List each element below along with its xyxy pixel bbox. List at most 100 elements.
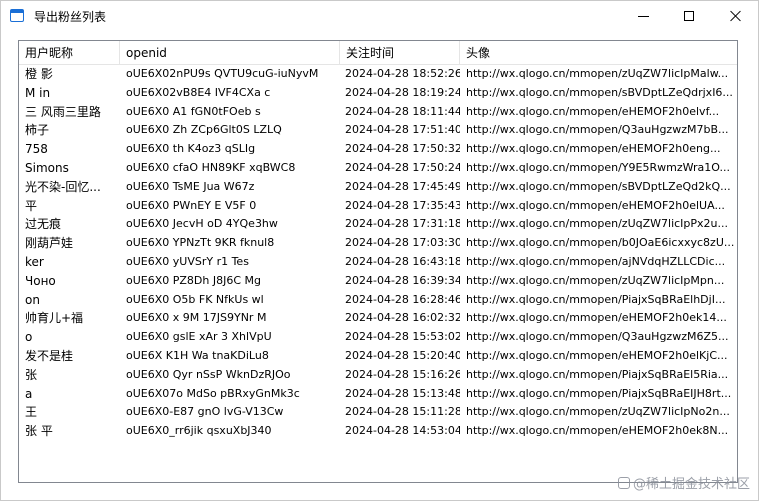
close-icon — [729, 10, 741, 22]
cell-avatar-url: http://wx.qlogo.cn/mmopen/zUqZW7licIpNo2… — [466, 405, 730, 419]
table-row[interactable]: 三 风雨三里路 oUE6X0 A1 fGN0tFOeb s 2024-04-28 1… — [19, 103, 737, 122]
minimize-icon — [637, 15, 649, 17]
list-rows: 橙 影 oUE6X02nPU9s QVTU9cuG-iuNyvM 2024-04-2… — [19, 65, 737, 441]
cell-nickname: M in — [25, 85, 51, 100]
column-header-openid[interactable]: openid — [120, 41, 339, 65]
cell-nickname: 刚葫芦娃 — [25, 236, 74, 251]
cell-openid: oUE6X0 O5b FK NfkUs wl — [126, 292, 264, 306]
cell-nickname: 橙 影 — [25, 67, 53, 81]
cell-avatar-url: http://wx.qlogo.cn/mmopen/zUqZW7licIpMpn… — [466, 273, 725, 287]
column-header-follow-time[interactable]: 关注时间 — [340, 41, 459, 65]
column-header-avatar[interactable]: 头像 — [460, 41, 737, 65]
cell-avatar-url: http://wx.qlogo.cn/mmopen/eHEMOF2h0ek8N.… — [466, 424, 729, 438]
title-bar[interactable]: 导出粉丝列表 — [1, 1, 758, 31]
cell-follow-time: 2024-04-28 16:39:34 — [345, 273, 460, 287]
cell-follow-time: 2024-04-28 15:53:02 — [345, 330, 460, 344]
table-row[interactable]: 柿子 oUE6X0 Zh ZCp6Glt0S LZLQ 2024-04-28 17:… — [19, 121, 737, 140]
cell-follow-time: 2024-04-28 17:31:18 — [345, 217, 460, 231]
table-row[interactable]: M in oUE6X02vB8E4 IVF4CXa c 2024-04-28 18:… — [19, 84, 737, 103]
cell-nickname: 王 — [25, 405, 38, 420]
cell-follow-time: 2024-04-28 14:53:04 — [345, 424, 460, 438]
cell-nickname: ker — [25, 254, 44, 269]
cell-avatar-url: http://wx.qlogo.cn/mmopen/sBVDptLZeQdrjx… — [466, 85, 733, 99]
cell-nickname: 柿子 — [25, 123, 50, 138]
cell-follow-time: 2024-04-28 15:20:40 — [345, 348, 460, 362]
cell-openid: oUE6X02vB8E4 IVF4CXa c — [126, 85, 271, 99]
cell-follow-time: 2024-04-28 17:50:32 — [345, 142, 460, 156]
table-row[interactable]: 光不染-回忆... oUE6X0 TsME Jua W67z 2024-04-28 … — [19, 178, 737, 197]
cell-openid: oUE6X0 th K4oz3 qSLIg — [126, 142, 256, 156]
cell-nickname: 758 — [25, 142, 48, 157]
table-row[interactable]: 张 oUE6X0 Qyr nSsP WknDzRJOo 2024-04-28 15:… — [19, 366, 737, 385]
cell-avatar-url: http://wx.qlogo.cn/mmopen/Y9E5RwmzWra1O.… — [466, 160, 730, 174]
cell-nickname: on — [25, 292, 40, 307]
cell-follow-time: 2024-04-28 18:19:24 — [345, 85, 460, 99]
cell-openid: oUE6X0 cfaO HN89KF xqBWC8 — [126, 160, 296, 174]
cell-avatar-url: http://wx.qlogo.cn/mmopen/eHEMOF2h0ek14.… — [466, 311, 727, 325]
watermark-logo-icon — [617, 477, 630, 489]
table-row[interactable]: 发不是桂 oUE6X K1H Wa tnaKDiLu8 2024-04-28 15:… — [19, 347, 737, 366]
cell-nickname: 光不染-回忆... — [25, 179, 101, 194]
cell-avatar-url: http://wx.qlogo.cn/mmopen/PiajxSqBRaEl5R… — [466, 367, 729, 381]
window-app-icon — [10, 9, 24, 22]
cell-nickname: o — [25, 330, 33, 345]
table-row[interactable]: o oUE6X0 gslE xAr 3 XhlVpU 2024-04-28 15:5… — [19, 328, 737, 347]
cell-nickname: 平 — [25, 198, 38, 213]
cell-avatar-url: http://wx.qlogo.cn/mmopen/ajNVdqHZLLCDic… — [466, 254, 726, 268]
table-row[interactable]: 橙 影 oUE6X02nPU9s QVTU9cuG-iuNyvM 2024-04-2… — [19, 65, 737, 84]
cell-openid: oUE6X0 Qyr nSsP WknDzRJOo — [126, 367, 291, 381]
cell-openid: oUE6X0 PWnEY E V5F 0 — [126, 198, 257, 212]
close-button[interactable] — [712, 1, 758, 31]
cell-follow-time: 2024-04-28 18:11:44 — [345, 104, 460, 118]
cell-follow-time: 2024-04-28 17:03:30 — [345, 236, 460, 250]
cell-follow-time: 2024-04-28 16:43:18 — [345, 254, 460, 268]
table-row[interactable]: ker oUE6X0 yUVSrY r1 Tes 2024-04-28 16:43:… — [19, 253, 737, 272]
cell-follow-time: 2024-04-28 17:50:24 — [345, 160, 460, 174]
cell-openid: oUE6X0 JecvH oD 4YQe3hw — [126, 217, 278, 231]
cell-openid: oUE6X0 PZ8Dh J8J6C Mg — [126, 273, 262, 287]
cell-follow-time: 2024-04-28 16:02:32 — [345, 311, 460, 325]
cell-nickname: 帅育儿+福 — [25, 311, 84, 326]
table-row[interactable]: 帅育儿+福 oUE6X0 x 9M 17JS9YNr M 2024-04-28 16… — [19, 309, 737, 328]
cell-avatar-url: http://wx.qlogo.cn/mmopen/sBVDptLZeQd2kQ… — [466, 179, 731, 193]
followers-list-view[interactable]: 用户昵称 openid 关注时间 头像 橙 影 oUE6X02nPU9s QVTU… — [18, 40, 738, 483]
maximize-button[interactable] — [666, 1, 712, 31]
cell-nickname: 张 平 — [25, 424, 53, 439]
cell-follow-time: 2024-04-28 15:16:26 — [345, 367, 460, 381]
watermark-text: @稀土掘金技术社区 — [632, 477, 750, 492]
table-row[interactable]: 张 平 oUE6X0_rr6jik qsxuXbJ340 2024-04-28 14… — [19, 422, 737, 441]
cell-follow-time: 2024-04-28 18:52:26 — [345, 67, 460, 80]
cell-avatar-url: http://wx.qlogo.cn/mmopen/PiajxSqBRaEIJH… — [466, 386, 732, 400]
cell-avatar-url: http://wx.qlogo.cn/mmopen/Q3auHgzwzM7bB.… — [466, 123, 729, 137]
table-row[interactable]: 刚葫芦娃 oUE6X0 YPNzTt 9KR fknul8 2024-04-28 1… — [19, 234, 737, 253]
cell-nickname: 发不是桂 — [25, 348, 74, 363]
cell-nickname: 张 — [25, 367, 38, 382]
table-row[interactable]: 平 oUE6X0 PWnEY E V5F 0 2024-04-28 17:35:43… — [19, 197, 737, 216]
table-row[interactable]: 758 oUE6X0 th K4oz3 qSLIg 2024-04-28 17:50… — [19, 140, 737, 159]
list-header: 用户昵称 openid 关注时间 头像 — [19, 41, 737, 65]
cell-avatar-url: http://wx.qlogo.cn/mmopen/eHEMOF2h0elKjC… — [466, 348, 728, 362]
table-row[interactable]: 过无痕 oUE6X0 JecvH oD 4YQe3hw 2024-04-28 17:… — [19, 215, 737, 234]
export-followers-window: 导出粉丝列表 用户昵称 openid 关注时间 头像 橙 影 oUE6X02nPU… — [0, 0, 759, 501]
cell-openid: oUE6X0_rr6jik qsxuXbJ340 — [126, 424, 272, 438]
cell-follow-time: 2024-04-28 15:11:28 — [345, 405, 460, 419]
cell-nickname: Чоно — [25, 273, 56, 288]
table-row[interactable]: 王 oUE6X0-E87 gnO lvG-V13Cw 2024-04-28 15:1… — [19, 403, 737, 422]
cell-follow-time: 2024-04-28 17:51:40 — [345, 123, 460, 137]
table-row[interactable]: a oUE6X07o MdSo pBRxyGnMk3c 2024-04-28 15:… — [19, 385, 737, 404]
cell-avatar-url: http://wx.qlogo.cn/mmopen/b0JOaE6icxxyc8… — [466, 236, 735, 250]
cell-avatar-url: http://wx.qlogo.cn/mmopen/Q3auHgzwzM6Z5.… — [466, 330, 729, 344]
table-row[interactable]: Чоно oUE6X0 PZ8Dh J8J6C Mg 2024-04-28 16:3… — [19, 272, 737, 291]
cell-follow-time: 2024-04-28 17:45:49 — [345, 179, 460, 193]
column-header-nickname[interactable]: 用户昵称 — [19, 41, 119, 65]
cell-nickname: a — [25, 386, 33, 401]
table-row[interactable]: Simons oUE6X0 cfaO HN89KF xqBWC8 2024-04-2… — [19, 159, 737, 178]
cell-openid: oUE6X0 YPNzTt 9KR fknul8 — [126, 236, 275, 250]
cell-openid: oUE6X0 Zh ZCp6Glt0S LZLQ — [126, 123, 282, 137]
minimize-button[interactable] — [620, 1, 666, 31]
watermark: @稀土掘金技术社区 — [617, 473, 750, 492]
cell-avatar-url: http://wx.qlogo.cn/mmopen/eHEMOF2h0elUA.… — [466, 198, 725, 212]
cell-follow-time: 2024-04-28 16:28:46 — [345, 292, 460, 306]
cell-nickname: Simons — [25, 160, 69, 175]
table-row[interactable]: on oUE6X0 O5b FK NfkUs wl 2024-04-28 16:28… — [19, 291, 737, 310]
